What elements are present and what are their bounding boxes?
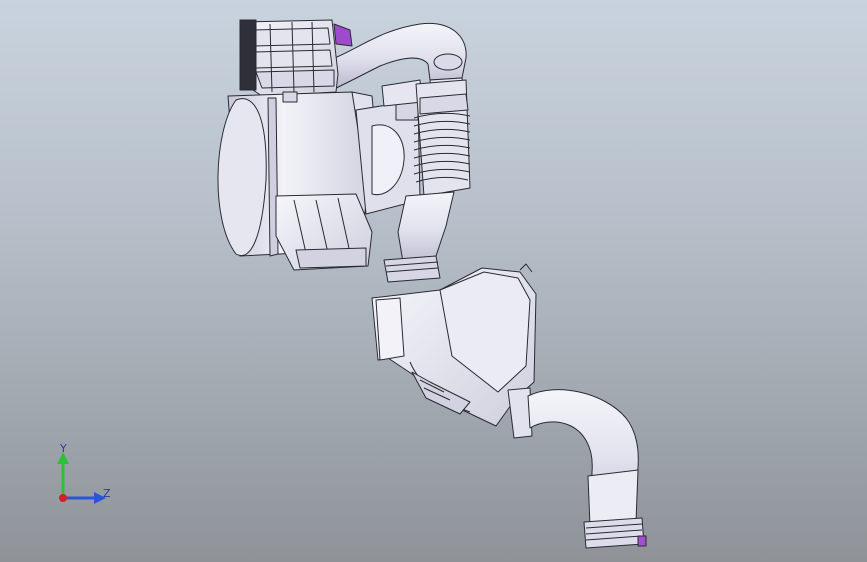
outlet-elbow-pipe[interactable]: [527, 389, 647, 549]
graphics-viewport[interactable]: Y Z: [0, 0, 867, 562]
corrugated-bellows-hose[interactable]: [413, 79, 471, 197]
resonator-housing[interactable]: [371, 263, 537, 439]
filter-lower-bracket[interactable]: [275, 193, 373, 271]
cad-assembly-model[interactable]: [0, 0, 867, 562]
filter-box-top-housing[interactable]: [239, 19, 353, 97]
z-axis-label: Z: [103, 487, 111, 500]
y-axis-label: Y: [60, 442, 67, 455]
coordinate-triad: Y Z: [40, 440, 120, 510]
